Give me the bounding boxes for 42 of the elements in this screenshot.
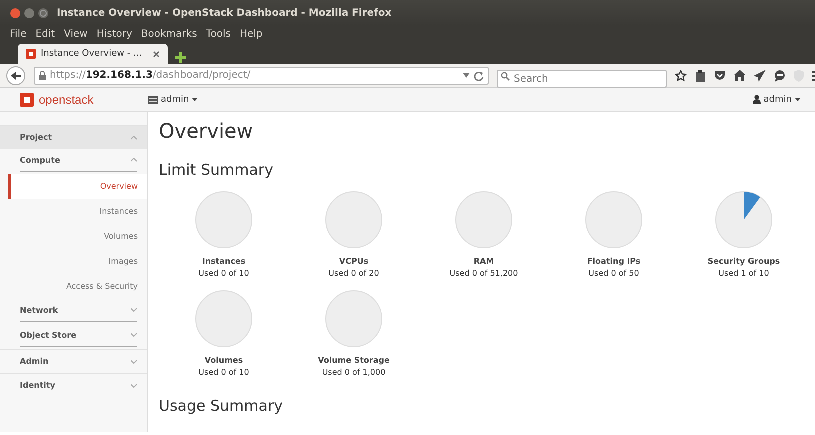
menu-item[interactable]: Tools xyxy=(206,28,231,40)
sidebar-panel[interactable]: Project xyxy=(0,125,147,149)
quota-usage: Used 0 of 10 xyxy=(198,269,250,278)
sidebar-group[interactable]: Compute xyxy=(20,149,137,172)
quota-name: Volumes xyxy=(204,356,244,365)
address-bar[interactable]: https://192.168.1.3/dashboard/project/ xyxy=(34,66,489,84)
quota-name: Volume Storage xyxy=(318,356,390,365)
sidebar-group[interactable]: Object Store xyxy=(20,324,137,347)
quota-name: Security Groups xyxy=(708,257,780,266)
quota-name: RAM xyxy=(474,257,494,266)
sidebar-item[interactable]: Overview xyxy=(8,174,147,199)
quota-usage: Used 0 of 10 xyxy=(198,368,250,377)
sidebar-group[interactable]: Network xyxy=(20,299,137,322)
menu-item[interactable]: File xyxy=(10,28,27,40)
quota-name: Floating IPs xyxy=(587,257,641,266)
quota-name: VCPUs xyxy=(339,257,369,266)
quota-usage: Used 1 of 10 xyxy=(718,269,770,278)
section-heading: Limit Summary xyxy=(159,161,274,179)
sidebar-panel[interactable]: Admin xyxy=(0,349,147,373)
page-title: Overview xyxy=(159,119,254,143)
quota-name: Instances xyxy=(202,257,246,266)
menu-item[interactable]: Help xyxy=(240,28,263,40)
section-heading: Usage Summary xyxy=(159,397,284,415)
sidebar-panel[interactable]: Identity xyxy=(0,373,147,397)
search-field[interactable]: Search xyxy=(497,70,667,88)
menu-item[interactable]: History xyxy=(96,28,132,40)
menu-item[interactable]: Edit xyxy=(36,28,56,40)
sidebar-item[interactable]: Volumes xyxy=(0,224,147,249)
quota-usage: Used 0 of 20 xyxy=(328,269,380,278)
project-dropdown[interactable]: admin xyxy=(148,94,198,104)
quota-usage: Used 0 of 51,200 xyxy=(450,269,518,278)
logo-text: openstack xyxy=(39,92,94,106)
user-dropdown[interactable]: admin xyxy=(752,94,801,104)
sidebar-item[interactable]: Images xyxy=(0,249,147,274)
quota-usage: Used 0 of 1,000 xyxy=(322,368,386,377)
window-title: Instance Overview - OpenStack Dashboard - Mozilla Firefox xyxy=(57,8,392,18)
sidebar-item[interactable]: Instances xyxy=(0,199,147,224)
quota-usage: Used 0 of 50 xyxy=(588,269,640,278)
sidebar-item[interactable]: Access & Security xyxy=(0,274,147,299)
menu-item[interactable]: View xyxy=(64,28,88,40)
menu-item[interactable]: Bookmarks xyxy=(141,28,198,40)
browser-tab[interactable]: Instance Overview - ... xyxy=(18,44,168,64)
